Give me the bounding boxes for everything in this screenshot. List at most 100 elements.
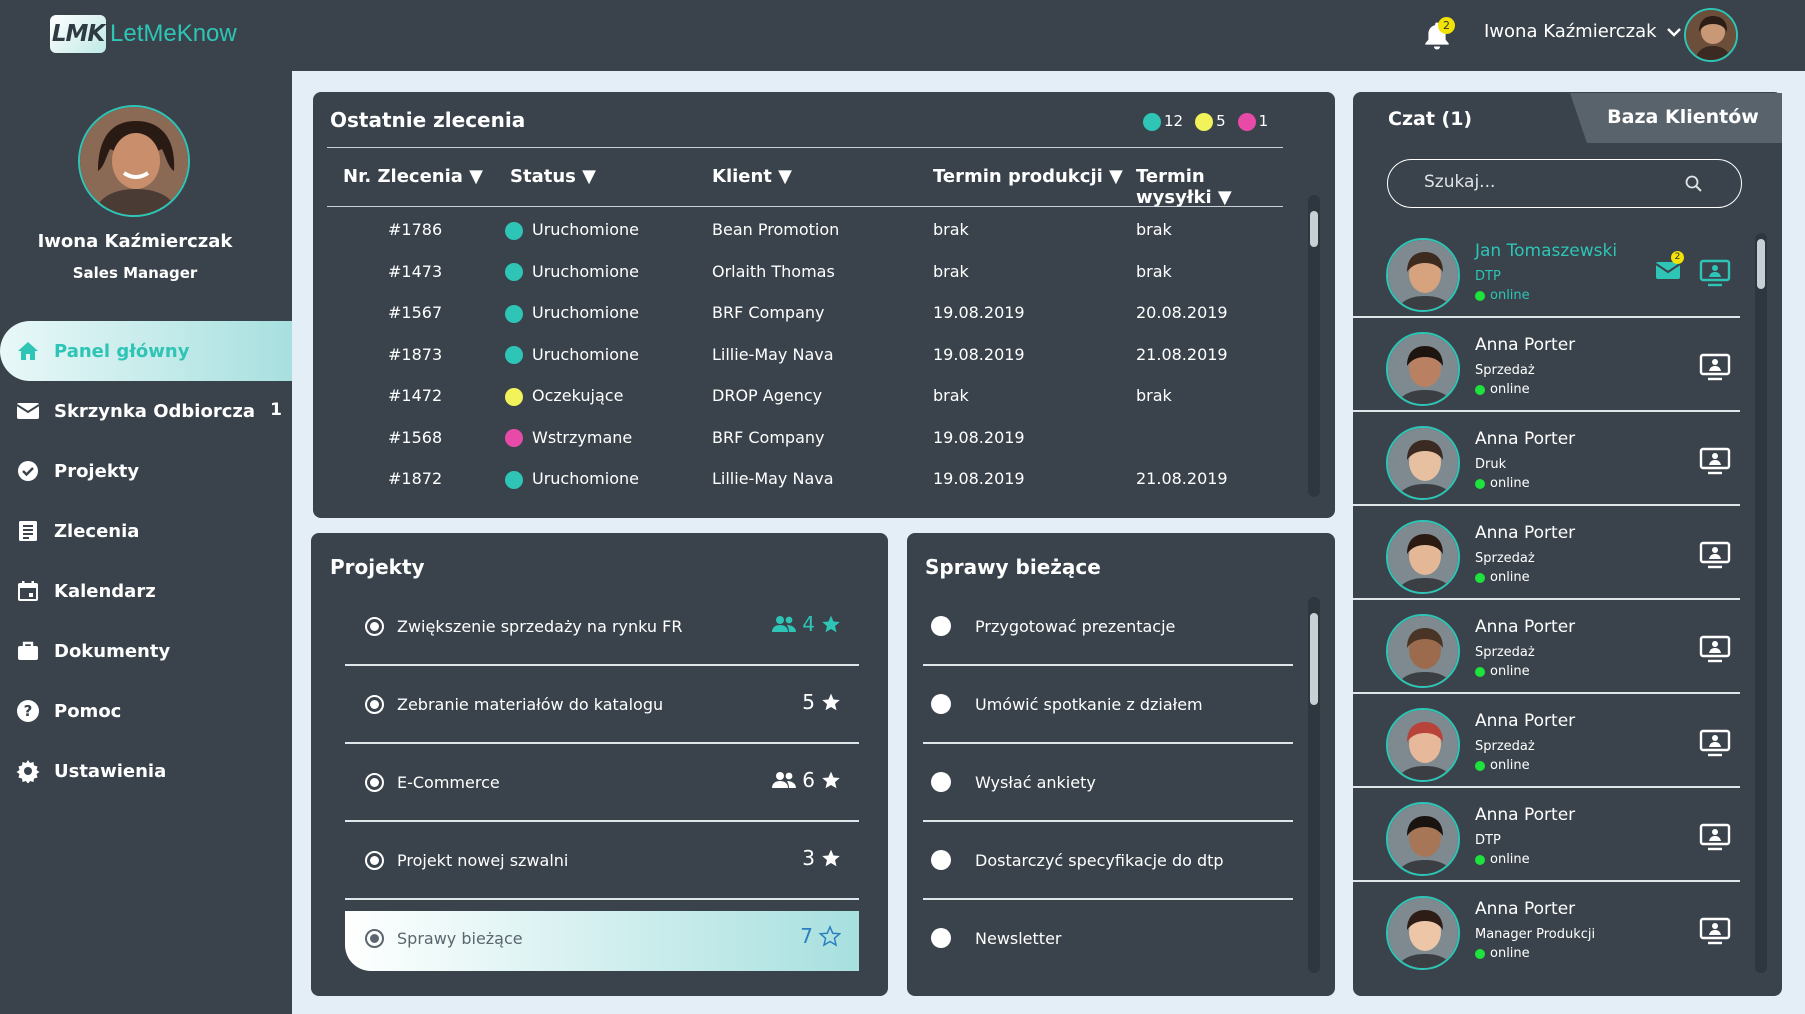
radio-icon[interactable]	[365, 773, 384, 792]
contact-avatar[interactable]	[1386, 520, 1460, 594]
search-input[interactable]	[1424, 172, 1684, 192]
task-item[interactable]: Newsletter	[923, 900, 1293, 978]
project-item[interactable]: Sprawy bieżące 7	[345, 911, 859, 971]
project-item[interactable]: Projekt nowej szwalni 3	[345, 822, 859, 900]
task-item[interactable]: Przygotować prezentacje	[923, 588, 1293, 666]
order-status-label: Uruchomione	[532, 220, 639, 239]
task-checkbox[interactable]	[931, 616, 951, 636]
app-logo[interactable]: LMK LetMeKnow	[50, 15, 237, 53]
orders-scrollbar-thumb[interactable]	[1310, 211, 1318, 247]
project-item[interactable]: E-Commerce 6	[345, 744, 859, 822]
project-item[interactable]: Zwiększenie sprzedaży na rynku FR 4	[345, 588, 859, 666]
radio-icon[interactable]	[365, 851, 384, 870]
star-icon[interactable]	[821, 848, 841, 868]
tasks-scrollbar-thumb[interactable]	[1310, 613, 1318, 705]
contact-item[interactable]: Anna Porter Sprzedaż online	[1353, 318, 1740, 412]
screen-share-icon[interactable]	[1699, 353, 1731, 381]
order-client: Lillie-May Nava	[712, 344, 834, 364]
task-item[interactable]: Umówić spotkanie z działem	[923, 666, 1293, 744]
column-header-shipping-date[interactable]: Termin wysyłki ▼	[1136, 166, 1283, 208]
table-row[interactable]: #1473 Uruchomione Orlaith Thomas brak brak	[327, 252, 1283, 293]
project-item[interactable]: Zebranie materiałów do katalogu 5	[345, 666, 859, 744]
nav-item-help[interactable]: ? Pomoc	[0, 681, 292, 741]
nav-item-documents[interactable]: Dokumenty	[0, 621, 292, 681]
chat-scrollbar-thumb[interactable]	[1757, 239, 1765, 289]
screen-share-icon[interactable]	[1699, 917, 1731, 945]
contact-item[interactable]: Anna Porter Druk online	[1353, 412, 1740, 506]
svg-text:?: ?	[24, 702, 33, 720]
contact-name: Jan Tomaszewski	[1475, 241, 1618, 261]
contact-name: Anna Porter	[1475, 711, 1576, 731]
online-dot	[1475, 384, 1485, 395]
screen-share-icon[interactable]	[1699, 635, 1731, 663]
radio-icon[interactable]	[365, 695, 384, 714]
nav-item-inbox[interactable]: Skrzynka Odbiorcza 1	[0, 381, 292, 441]
table-row[interactable]: #1567 Uruchomione BRF Company 19.08.2019 20.…	[327, 293, 1283, 334]
chat-scrollbar[interactable]	[1755, 233, 1767, 973]
radio-icon[interactable]	[365, 617, 384, 636]
contact-avatar[interactable]	[1386, 896, 1460, 970]
nav-item-calendar[interactable]: Kalendarz	[0, 561, 292, 621]
search-icon[interactable]	[1684, 174, 1704, 194]
task-item[interactable]: Wysłać ankiety	[923, 744, 1293, 822]
star-icon[interactable]	[821, 692, 841, 712]
star-icon[interactable]	[821, 614, 841, 634]
contact-name: Anna Porter	[1475, 805, 1576, 825]
task-checkbox[interactable]	[931, 772, 951, 792]
orders-title: Ostatnie zlecenia	[330, 108, 526, 132]
contact-item[interactable]: Anna Porter DTP online	[1353, 788, 1740, 882]
screen-share-icon[interactable]	[1699, 541, 1731, 569]
task-item[interactable]: Dostarczyć specyfikacje do dtp	[923, 822, 1293, 900]
orders-scrollbar[interactable]	[1308, 195, 1320, 497]
contact-avatar[interactable]	[1386, 238, 1460, 312]
avatar[interactable]	[1684, 8, 1738, 62]
star-icon[interactable]	[821, 770, 841, 790]
order-number: #1786	[388, 220, 443, 239]
table-row[interactable]: #1872 Uruchomione Lillie-May Nava 19.08.201…	[327, 459, 1283, 500]
user-menu[interactable]: Iwona Kaźmierczak	[1484, 21, 1681, 42]
task-checkbox[interactable]	[931, 850, 951, 870]
contact-avatar[interactable]	[1386, 332, 1460, 406]
task-checkbox[interactable]	[931, 928, 951, 948]
project-count: 5	[802, 690, 815, 714]
contact-avatar[interactable]	[1386, 614, 1460, 688]
task-label: Wysłać ankiety	[975, 773, 1096, 792]
table-row[interactable]: #1786 Uruchomione Bean Promotion brak brak	[327, 210, 1283, 251]
star-outline-icon[interactable]	[819, 925, 841, 947]
contact-item[interactable]: Anna Porter Sprzedaż online	[1353, 506, 1740, 600]
contact-avatar[interactable]	[1386, 708, 1460, 782]
contact-item[interactable]: Anna Porter Manager Produkcji online	[1353, 882, 1740, 976]
status-dot	[505, 387, 523, 406]
envelope-icon	[16, 403, 40, 419]
contact-item[interactable]: Anna Porter Sprzedaż online	[1353, 694, 1740, 788]
task-checkbox[interactable]	[931, 694, 951, 714]
screen-share-icon[interactable]	[1699, 447, 1731, 475]
column-header-client[interactable]: Klient ▼	[712, 166, 792, 187]
contact-department: Sprzedaż	[1475, 645, 1535, 660]
table-row[interactable]: #1873 Uruchomione Lillie-May Nava 19.08.201…	[327, 335, 1283, 376]
contact-avatar[interactable]	[1386, 802, 1460, 876]
tab-client-base[interactable]: Baza Klientów	[1570, 93, 1782, 143]
nav-item-dashboard[interactable]: Panel główny	[0, 321, 292, 381]
project-label: Projekt nowej szwalni	[397, 851, 569, 870]
radio-icon[interactable]	[365, 929, 384, 948]
table-row[interactable]: #1472 Oczekujące DROP Agency brak brak	[327, 376, 1283, 417]
screen-share-icon[interactable]	[1699, 729, 1731, 757]
tasks-scrollbar[interactable]	[1308, 597, 1320, 973]
column-header-production-date[interactable]: Termin produkcji ▼	[933, 166, 1123, 187]
table-row[interactable]: #1568 Wstrzymane BRF Company 19.08.2019	[327, 418, 1283, 459]
contact-item[interactable]: Anna Porter Sprzedaż online	[1353, 600, 1740, 694]
nav-item-orders[interactable]: Zlecenia	[0, 501, 292, 561]
task-label: Newsletter	[975, 929, 1062, 948]
tab-chat[interactable]: Czat (1)	[1388, 108, 1472, 130]
contact-item[interactable]: Jan Tomaszewski DTP online 2	[1353, 224, 1740, 318]
screen-share-icon[interactable]	[1699, 259, 1731, 287]
column-header-nr[interactable]: Nr. Zlecenia ▼	[343, 166, 483, 187]
screen-share-icon[interactable]	[1699, 823, 1731, 851]
order-shipping-date: 21.08.2019	[1136, 469, 1228, 488]
nav-item-projects[interactable]: Projekty	[0, 441, 292, 501]
column-header-status[interactable]: Status ▼	[510, 166, 596, 187]
contact-avatar[interactable]	[1386, 426, 1460, 500]
profile-avatar[interactable]	[78, 105, 190, 217]
nav-item-settings[interactable]: Ustawienia	[0, 741, 292, 801]
